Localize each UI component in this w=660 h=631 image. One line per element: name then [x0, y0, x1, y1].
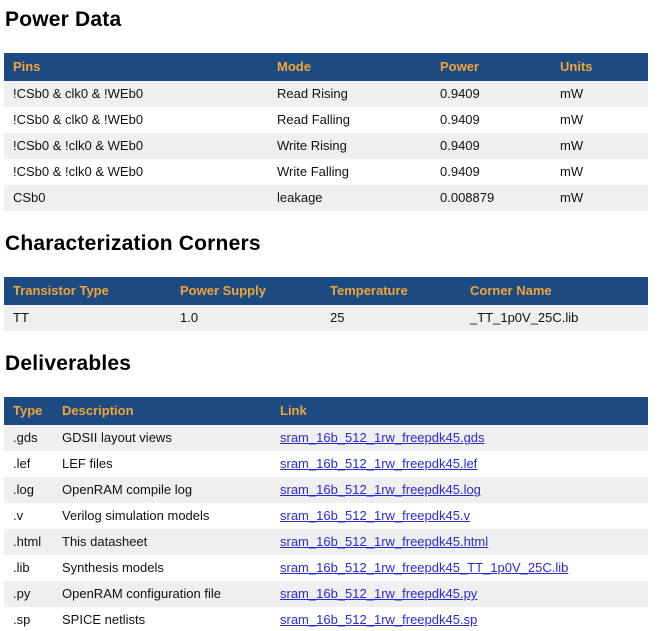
cell-power: 0.9409 — [431, 159, 551, 185]
datasheet-page: Power Data Pins Mode Power Units !CSb0 &… — [0, 0, 660, 631]
cell-type: .lef — [4, 451, 53, 477]
cell-corner-name: _TT_1p0V_25C.lib — [461, 305, 648, 331]
power-row: !CSb0 & !clk0 & WEb0 Write Falling 0.940… — [4, 159, 648, 185]
deliverable-row: .gds GDSII layout views sram_16b_512_1rw… — [4, 425, 648, 451]
cell-units: mW — [551, 185, 648, 211]
power-row: CSb0 leakage 0.008879 mW — [4, 185, 648, 211]
cell-pins: !CSb0 & clk0 & !WEb0 — [4, 107, 268, 133]
power-header-row: Pins Mode Power Units — [4, 53, 648, 81]
deliverable-row: .log OpenRAM compile log sram_16b_512_1r… — [4, 477, 648, 503]
power-data-table: Pins Mode Power Units !CSb0 & clk0 & !WE… — [4, 53, 648, 211]
section-title-power-data: Power Data — [5, 8, 656, 32]
cell-type: .py — [4, 581, 53, 607]
characterization-corners-table: Transistor Type Power Supply Temperature… — [4, 277, 648, 331]
cell-mode: leakage — [268, 185, 431, 211]
cell-transistor-type: TT — [4, 305, 171, 331]
cell-type: .lib — [4, 555, 53, 581]
deliverable-link-lef[interactable]: sram_16b_512_1rw_freepdk45.lef — [280, 456, 477, 471]
column-header-link: Link — [271, 397, 648, 425]
cell-power-supply: 1.0 — [171, 305, 321, 331]
section-title-deliverables: Deliverables — [5, 352, 656, 376]
column-header-transistor-type: Transistor Type — [4, 277, 171, 305]
deliverable-link-py[interactable]: sram_16b_512_1rw_freepdk45.py — [280, 586, 477, 601]
deliverable-link-gds[interactable]: sram_16b_512_1rw_freepdk45.gds — [280, 430, 485, 445]
cell-type: .gds — [4, 425, 53, 451]
cell-units: mW — [551, 133, 648, 159]
cell-mode: Write Falling — [268, 159, 431, 185]
deliverable-link-log[interactable]: sram_16b_512_1rw_freepdk45.log — [280, 482, 481, 497]
section-title-characterization-corners: Characterization Corners — [5, 232, 656, 256]
cell-power: 0.9409 — [431, 133, 551, 159]
deliverable-row: .lib Synthesis models sram_16b_512_1rw_f… — [4, 555, 648, 581]
deliverable-row: .lef LEF files sram_16b_512_1rw_freepdk4… — [4, 451, 648, 477]
cell-units: mW — [551, 159, 648, 185]
cell-power: 0.008879 — [431, 185, 551, 211]
column-header-description: Description — [53, 397, 271, 425]
cell-pins: CSb0 — [4, 185, 268, 211]
corners-row: TT 1.0 25 _TT_1p0V_25C.lib — [4, 305, 648, 331]
cell-type: .sp — [4, 607, 53, 631]
cell-description: LEF files — [53, 451, 271, 477]
cell-power: 0.9409 — [431, 81, 551, 107]
cell-description: Verilog simulation models — [53, 503, 271, 529]
column-header-power-supply: Power Supply — [171, 277, 321, 305]
cell-units: mW — [551, 107, 648, 133]
power-row: !CSb0 & !clk0 & WEb0 Write Rising 0.9409… — [4, 133, 648, 159]
power-row: !CSb0 & clk0 & !WEb0 Read Rising 0.9409 … — [4, 81, 648, 107]
cell-pins: !CSb0 & clk0 & !WEb0 — [4, 81, 268, 107]
cell-temperature: 25 — [321, 305, 461, 331]
cell-description: Synthesis models — [53, 555, 271, 581]
cell-type: .html — [4, 529, 53, 555]
cell-description: OpenRAM compile log — [53, 477, 271, 503]
cell-mode: Read Falling — [268, 107, 431, 133]
column-header-mode: Mode — [268, 53, 431, 81]
deliverable-row: .py OpenRAM configuration file sram_16b_… — [4, 581, 648, 607]
cell-type: .v — [4, 503, 53, 529]
deliverable-link-html[interactable]: sram_16b_512_1rw_freepdk45.html — [280, 534, 488, 549]
deliverable-link-v[interactable]: sram_16b_512_1rw_freepdk45.v — [280, 508, 470, 523]
deliverables-header-row: Type Description Link — [4, 397, 648, 425]
cell-power: 0.9409 — [431, 107, 551, 133]
column-header-temperature: Temperature — [321, 277, 461, 305]
deliverable-link-sp[interactable]: sram_16b_512_1rw_freepdk45.sp — [280, 612, 477, 627]
cell-mode: Write Rising — [268, 133, 431, 159]
cell-description: SPICE netlists — [53, 607, 271, 631]
column-header-power: Power — [431, 53, 551, 81]
cell-pins: !CSb0 & !clk0 & WEb0 — [4, 159, 268, 185]
column-header-units: Units — [551, 53, 648, 81]
power-row: !CSb0 & clk0 & !WEb0 Read Falling 0.9409… — [4, 107, 648, 133]
deliverable-row: .sp SPICE netlists sram_16b_512_1rw_free… — [4, 607, 648, 631]
cell-description: This datasheet — [53, 529, 271, 555]
deliverables-table: Type Description Link .gds GDSII layout … — [4, 397, 648, 631]
cell-type: .log — [4, 477, 53, 503]
column-header-corner-name: Corner Name — [461, 277, 648, 305]
cell-description: OpenRAM configuration file — [53, 581, 271, 607]
cell-mode: Read Rising — [268, 81, 431, 107]
column-header-pins: Pins — [4, 53, 268, 81]
deliverable-row: .v Verilog simulation models sram_16b_51… — [4, 503, 648, 529]
cell-units: mW — [551, 81, 648, 107]
deliverable-link-lib[interactable]: sram_16b_512_1rw_freepdk45_TT_1p0V_25C.l… — [280, 560, 568, 575]
cell-pins: !CSb0 & !clk0 & WEb0 — [4, 133, 268, 159]
column-header-type: Type — [4, 397, 53, 425]
deliverable-row: .html This datasheet sram_16b_512_1rw_fr… — [4, 529, 648, 555]
corners-header-row: Transistor Type Power Supply Temperature… — [4, 277, 648, 305]
cell-description: GDSII layout views — [53, 425, 271, 451]
